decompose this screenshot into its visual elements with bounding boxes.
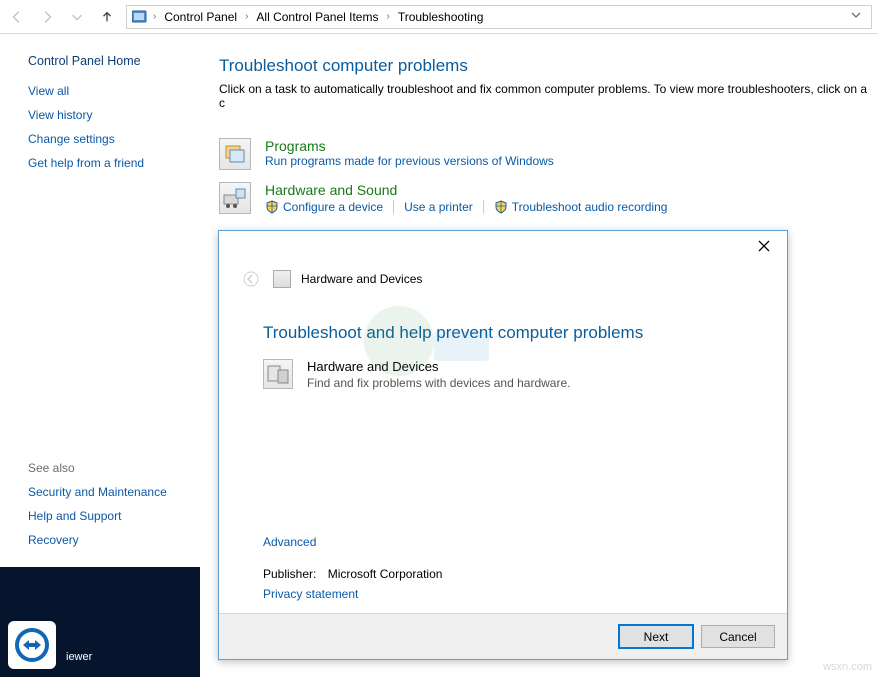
nav-up-button[interactable]: [96, 6, 118, 28]
see-also-recovery[interactable]: Recovery: [28, 533, 181, 547]
control-panel-icon: [131, 9, 149, 25]
publisher-value: Microsoft Corporation: [328, 567, 443, 581]
nav-back-button[interactable]: [6, 6, 28, 28]
troubleshooter-item[interactable]: Hardware and Devices Find and fix proble…: [263, 359, 743, 390]
breadcrumb-item[interactable]: Troubleshooting: [394, 10, 488, 24]
advanced-link[interactable]: Advanced: [263, 535, 316, 549]
link-configure-device[interactable]: Configure a device: [265, 200, 394, 214]
troubleshooter-dialog: Hardware and Devices Troubleshoot and he…: [218, 230, 788, 660]
category-title-programs[interactable]: Programs: [265, 138, 868, 154]
dialog-name: Hardware and Devices: [301, 272, 422, 286]
dialog-buttons: Next Cancel: [219, 613, 787, 659]
link-text: Use a printer: [404, 200, 473, 214]
breadcrumb-item[interactable]: All Control Panel Items: [252, 10, 382, 24]
dialog-body: Troubleshoot and help prevent computer p…: [219, 301, 787, 535]
cancel-button[interactable]: Cancel: [701, 625, 775, 648]
address-bar[interactable]: › Control Panel › All Control Panel Item…: [126, 5, 872, 29]
breadcrumb-item[interactable]: Control Panel: [160, 10, 241, 24]
breadcrumb-separator: ›: [243, 11, 250, 22]
page-title: Troubleshoot computer problems: [219, 56, 868, 76]
dialog-icon: [273, 270, 291, 288]
see-also-security[interactable]: Security and Maintenance: [28, 485, 181, 499]
hardware-icon: [219, 182, 251, 214]
shield-icon: [494, 200, 508, 214]
link-troubleshoot-audio[interactable]: Troubleshoot audio recording: [494, 200, 678, 214]
arrow-up-icon: [100, 10, 114, 24]
shield-icon: [265, 200, 279, 214]
close-button[interactable]: [749, 234, 779, 258]
page-subtitle: Click on a task to automatically trouble…: [219, 82, 868, 110]
chevron-down-icon: [70, 10, 84, 24]
dialog-heading: Troubleshoot and help prevent computer p…: [263, 323, 743, 343]
arrow-right-icon: [40, 10, 54, 24]
breadcrumb-separator: ›: [151, 11, 158, 22]
sidebar-link-view-all[interactable]: View all: [28, 84, 181, 98]
chevron-down-icon: [851, 10, 861, 20]
control-panel-home-link[interactable]: Control Panel Home: [28, 54, 181, 68]
sidebar-link-view-history[interactable]: View history: [28, 108, 181, 122]
sidebar-link-get-help[interactable]: Get help from a friend: [28, 156, 181, 170]
link-text: Troubleshoot audio recording: [512, 200, 668, 214]
taskbar-fragment: iewer: [0, 567, 200, 677]
teamviewer-taskbar-icon[interactable]: [8, 621, 56, 669]
arrow-left-icon: [243, 271, 259, 287]
sidebar-link-change-settings[interactable]: Change settings: [28, 132, 181, 146]
link-text: Configure a device: [283, 200, 383, 214]
link-use-printer[interactable]: Use a printer: [404, 200, 484, 214]
privacy-statement-link[interactable]: Privacy statement: [263, 587, 358, 601]
category-hardware-sound: Hardware and Sound Configure a device Us…: [219, 182, 868, 214]
watermark-text: wsxn.com: [823, 661, 872, 673]
category-programs: Programs Run programs made for previous …: [219, 138, 868, 170]
toolbar: › Control Panel › All Control Panel Item…: [0, 0, 878, 34]
dialog-footer-info: Advanced Publisher: Microsoft Corporatio…: [219, 535, 787, 613]
watermark: [349, 291, 499, 411]
see-also-heading: See also: [28, 461, 181, 475]
dialog-back-button[interactable]: [239, 267, 263, 291]
address-dropdown-button[interactable]: [845, 10, 867, 23]
programs-icon: [219, 138, 251, 170]
breadcrumb-separator: ›: [384, 11, 391, 22]
taskbar-label: iewer: [66, 651, 92, 663]
see-also-help[interactable]: Help and Support: [28, 509, 181, 523]
category-link-run-programs[interactable]: Run programs made for previous versions …: [265, 154, 868, 168]
publisher-label: Publisher:: [263, 567, 316, 581]
publisher-line: Publisher: Microsoft Corporation: [263, 567, 743, 581]
nav-forward-button[interactable]: [36, 6, 58, 28]
dialog-header: Hardware and Devices: [219, 261, 787, 301]
category-title-hardware[interactable]: Hardware and Sound: [265, 182, 868, 198]
recent-locations-button[interactable]: [66, 6, 88, 28]
arrow-left-icon: [10, 10, 24, 24]
next-button[interactable]: Next: [619, 625, 693, 648]
close-icon: [758, 240, 770, 252]
device-icon: [263, 359, 293, 389]
dialog-titlebar: [219, 231, 787, 261]
